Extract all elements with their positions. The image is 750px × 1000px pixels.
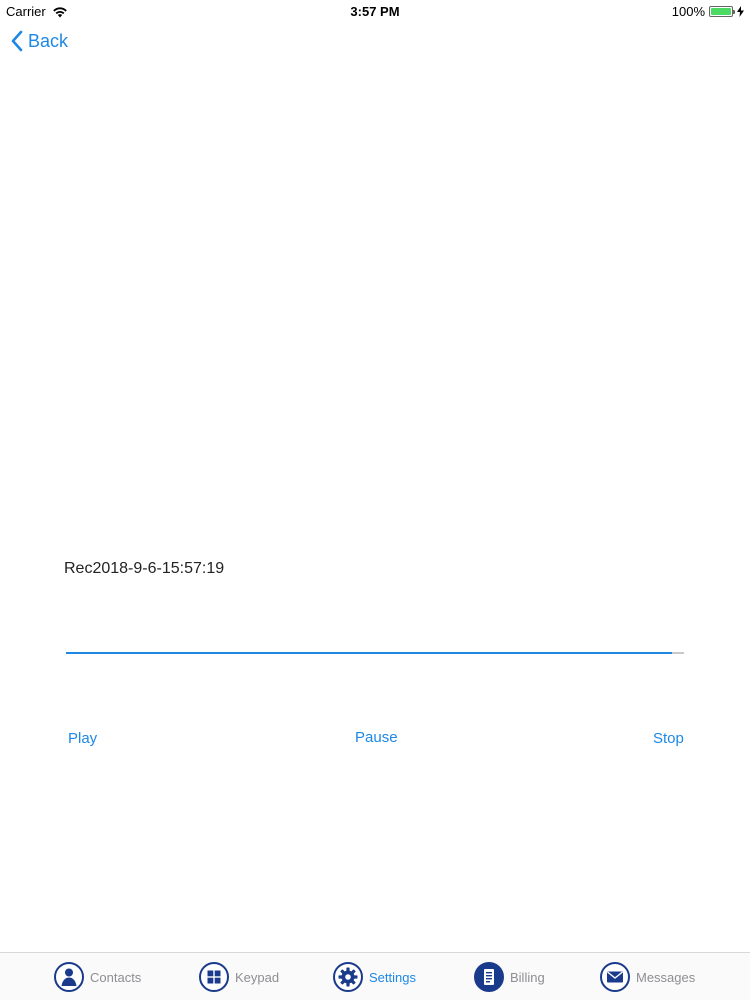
tab-messages[interactable]: Messages [600,962,695,992]
grid-icon [199,962,229,992]
tab-contacts-label: Contacts [90,969,142,985]
pause-button[interactable]: Pause [355,729,398,746]
back-label: Back [28,30,69,51]
tab-messages-label: Messages [636,969,696,985]
battery-percent: 100% [671,4,705,19]
play-button[interactable]: Play [68,730,97,747]
back-button[interactable]: Back [10,30,68,52]
status-time: 3:57 PM [350,4,400,19]
tab-bar: Contacts Keypad Settings Billing Message… [0,952,750,1000]
tab-contacts[interactable]: Contacts [54,962,141,992]
charging-bolt-icon [737,6,744,17]
document-icon [474,962,504,992]
tab-keypad[interactable]: Keypad [199,962,279,992]
tab-billing-label: Billing [510,969,545,985]
person-icon [54,962,84,992]
battery-indicator: 100% [672,4,744,19]
status-bar: Carrier 3:57 PM 100% [0,0,750,24]
recording-name: Rec2018-9-6-15:57:19 [64,560,225,577]
battery-icon [709,6,735,17]
tab-settings-label: Settings [369,969,416,985]
battery-level-fill [711,8,731,15]
envelope-icon [600,962,630,992]
tab-billing[interactable]: Billing [474,962,545,992]
tab-keypad-label: Keypad [235,969,280,985]
chevron-left-icon [11,30,23,52]
tab-settings[interactable]: Settings [333,962,416,992]
gear-icon [333,962,363,992]
playback-progress-bar[interactable] [66,652,684,654]
stop-button[interactable]: Stop [653,730,684,747]
playback-progress-fill [66,652,672,654]
